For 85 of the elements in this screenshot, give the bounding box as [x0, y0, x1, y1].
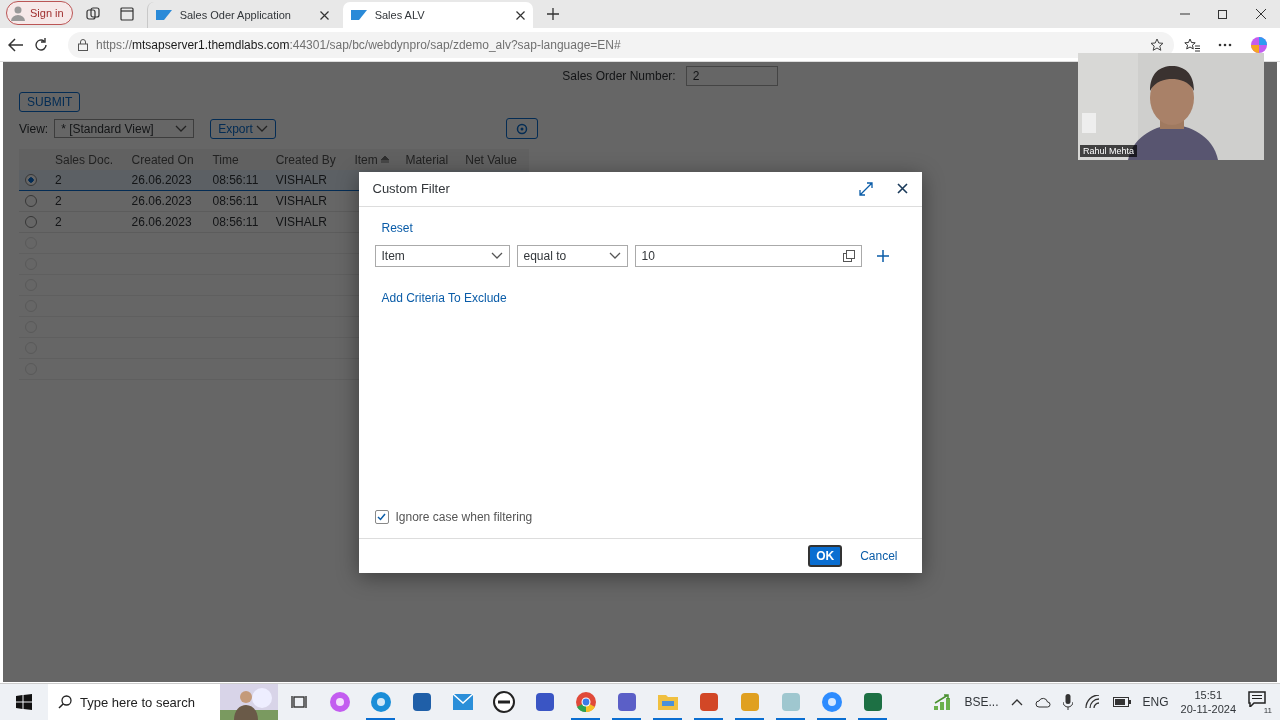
table-cell: 08:56:11 [206, 170, 270, 191]
add-icon[interactable] [876, 249, 889, 262]
running-indicator [735, 718, 764, 720]
close-icon[interactable] [319, 10, 329, 20]
back-icon[interactable] [8, 37, 24, 52]
url-text: https://mtsapserver1.themdlabs.com:44301/sap/bc/webdynpro/sap/zdemo_alv?sap-language=EN# [96, 37, 622, 52]
favorites-icon[interactable] [1184, 37, 1200, 52]
running-indicator [694, 718, 723, 720]
dialog-title: Custom Filter [372, 181, 451, 196]
folder-icon[interactable] [656, 693, 679, 711]
table-cell: VISHALR [269, 190, 349, 212]
microphone-icon[interactable] [1062, 694, 1073, 710]
table-cell: 26.06.2023 [125, 190, 207, 212]
table-cell: 08:56:11 [206, 211, 270, 233]
table-cell: 26.06.2023 [125, 170, 207, 191]
running-indicator [571, 718, 600, 720]
sap-logo-icon [155, 10, 172, 20]
cloud-icon[interactable] [1034, 696, 1051, 708]
ignore-case-checkbox[interactable] [374, 509, 389, 524]
more-icon[interactable] [1218, 42, 1232, 47]
running-indicator [776, 718, 805, 720]
wifi-icon[interactable] [1084, 695, 1101, 709]
chart-up-icon[interactable] [932, 693, 953, 711]
field-dropdown[interactable]: Item [374, 244, 510, 267]
table-cell: 2 [49, 190, 126, 212]
windows-start-icon[interactable] [16, 694, 32, 710]
expand-icon[interactable] [858, 181, 873, 196]
running-indicator [612, 718, 641, 720]
lock-icon [78, 38, 88, 51]
chevron-down-icon [490, 251, 503, 260]
view-label: View: [19, 121, 49, 136]
ok-button[interactable]: OK [808, 544, 843, 567]
add-exclude-link[interactable]: Add Criteria To Exclude [374, 290, 514, 305]
table-cell: VISHALR [269, 211, 349, 233]
running-indicator [858, 718, 887, 720]
new-tab-icon[interactable] [545, 7, 560, 21]
mail-icon[interactable] [451, 693, 474, 711]
table-cell: 26.06.2023 [125, 211, 207, 233]
settings-button[interactable] [506, 118, 539, 139]
copilot-icon[interactable] [1250, 35, 1268, 54]
battery-icon[interactable] [1112, 697, 1131, 707]
table-cell: 2 [49, 211, 126, 233]
sort-icon [381, 155, 390, 164]
value-help-icon[interactable] [842, 249, 855, 262]
value-field[interactable]: 10 [634, 244, 862, 267]
table-cell: VISHALR [269, 170, 349, 191]
tab-actions-icon[interactable] [119, 7, 134, 21]
close-icon[interactable] [1256, 9, 1266, 19]
video-app-icon[interactable] [820, 691, 843, 713]
clock[interactable]: 15:51 20-11-2024 [1180, 688, 1236, 716]
close-icon[interactable] [515, 10, 525, 20]
field-label: Sales Order Number: [562, 69, 676, 83]
close-icon[interactable] [896, 183, 908, 194]
participant-name: Rahul Mehta [1080, 145, 1138, 157]
address-bar[interactable]: https://mtsapserver1.themdlabs.com:44301/sap/bc/webdynpro/sap/zdemo_alv?sap-language=EN# [68, 31, 1174, 58]
running-indicator [366, 718, 395, 720]
checkbox-label: Ignore case when filtering [395, 509, 533, 524]
row-radio[interactable] [25, 174, 37, 186]
reset-link[interactable]: Reset [374, 220, 420, 235]
running-indicator [653, 718, 682, 720]
sap-logo-icon [350, 10, 367, 20]
language-indicator[interactable]: ENG [1142, 695, 1169, 709]
cancel-button[interactable]: Cancel [854, 547, 904, 564]
settings-icon [516, 122, 529, 135]
chevron-up-icon[interactable] [1010, 698, 1023, 706]
sign-in-button[interactable]: Sign in [6, 1, 73, 25]
operator-dropdown[interactable]: equal to [516, 244, 628, 267]
table-cell: 08:56:11 [206, 190, 270, 212]
refresh-icon[interactable] [34, 37, 48, 52]
chevron-down-icon [175, 124, 188, 133]
chevron-down-icon [256, 124, 269, 133]
restore-icon[interactable] [1218, 9, 1228, 19]
app-icon[interactable] [492, 691, 515, 713]
search-box[interactable]: Type here to search [48, 684, 278, 720]
widget-label[interactable]: BSE... [964, 695, 999, 709]
favorite-star-icon[interactable] [1150, 37, 1164, 52]
chevron-down-icon [608, 251, 621, 260]
workspaces-icon[interactable] [85, 7, 100, 21]
browser-tab[interactable]: Sales ALV [342, 2, 533, 28]
task-view-icon[interactable] [290, 694, 307, 710]
table-cell: 2 [49, 170, 126, 191]
search-icon [58, 695, 72, 709]
user-icon [10, 5, 26, 21]
running-indicator [817, 718, 846, 720]
chrome-icon[interactable] [574, 691, 597, 713]
